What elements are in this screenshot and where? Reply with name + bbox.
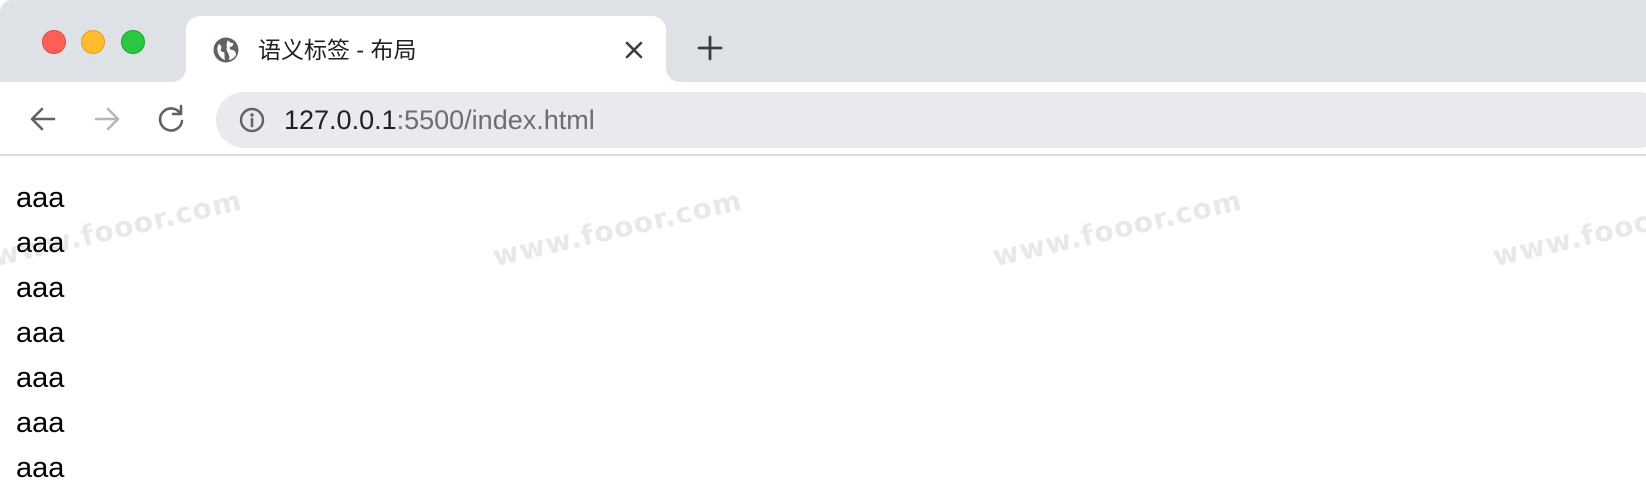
address-bar[interactable]: 127.0.0.1:5500/index.html [216, 92, 1646, 148]
globe-icon [213, 37, 239, 63]
close-icon[interactable] [622, 38, 646, 62]
toolbar: 127.0.0.1:5500/index.html [0, 82, 1646, 156]
text-lines: aaa aaa aaa aaa aaa aaa aaa [16, 176, 64, 491]
reload-icon[interactable] [154, 102, 188, 136]
text-line: aaa [16, 362, 65, 394]
info-icon[interactable] [238, 106, 266, 134]
text-line: aaa [16, 182, 65, 214]
watermark: www.fooor.com [1489, 183, 1646, 274]
window-maximize-button[interactable] [121, 30, 145, 54]
window-minimize-button[interactable] [81, 30, 105, 54]
text-line: aaa [16, 227, 65, 259]
tab-title: 语义标签 - 布局 [258, 37, 417, 63]
window-close-button[interactable] [42, 30, 66, 54]
watermark: www.fooor.com [489, 183, 746, 274]
plus-icon[interactable] [696, 34, 724, 62]
watermark: www.fooor.com [989, 183, 1246, 274]
text-line: aaa [16, 452, 65, 484]
tab-active[interactable]: 语义标签 - 布局 [186, 16, 666, 82]
tab-strip: 语义标签 - 布局 [0, 0, 1646, 82]
text-line: aaa [16, 272, 65, 304]
text-line: aaa [16, 317, 65, 349]
arrow-right-icon[interactable] [90, 102, 124, 136]
page-content: www.fooor.com www.fooor.com www.fooor.co… [0, 156, 1646, 504]
url-path: :5500/index.html [396, 105, 595, 135]
url-host: 127.0.0.1 [284, 105, 397, 135]
arrow-left-icon[interactable] [26, 102, 60, 136]
text-line: aaa [16, 407, 65, 439]
url-text[interactable]: 127.0.0.1:5500/index.html [284, 104, 595, 136]
browser-window: 语义标签 - 布局 127.0.0.1:5500/index.html www.… [0, 0, 1646, 504]
